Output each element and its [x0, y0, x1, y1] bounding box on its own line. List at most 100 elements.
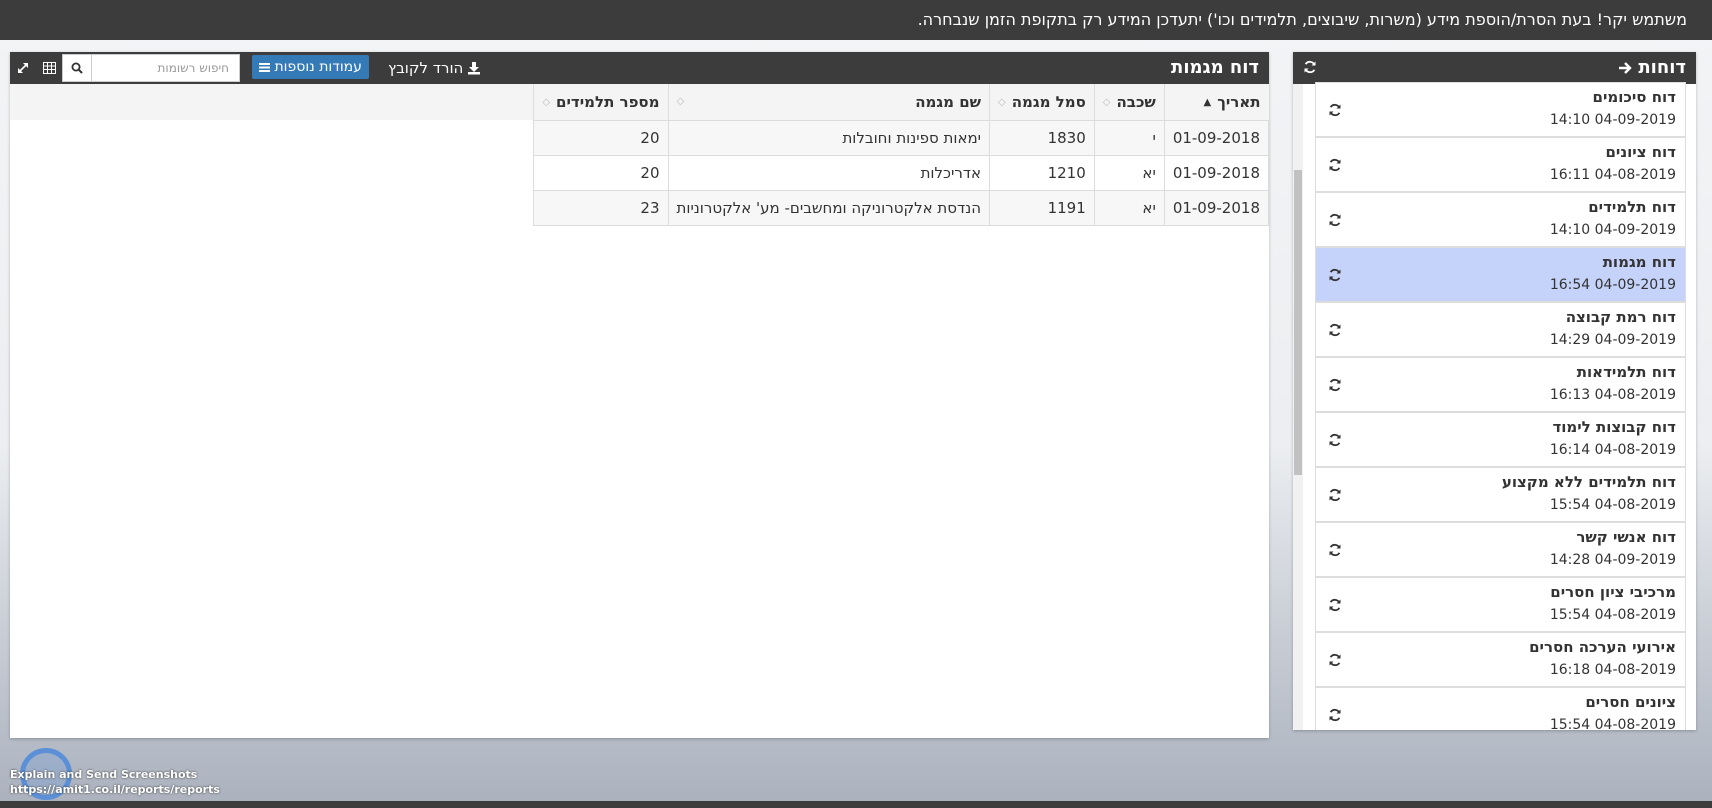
scrollbar-thumb[interactable]	[1294, 170, 1302, 475]
report-item-refresh-button[interactable]	[1328, 708, 1342, 722]
grid-toggle-button[interactable]	[36, 54, 62, 82]
cell-student-count: 20	[533, 119, 669, 156]
refresh-icon	[1328, 158, 1342, 172]
search-input[interactable]	[92, 54, 240, 82]
reports-list: דוח סיכומים 14:10 04-09-2019 דוח ציונים 16:…	[1315, 82, 1686, 730]
download-label: הורד לקובץ	[388, 59, 464, 77]
report-item-time: 14:29 04-09-2019	[1549, 332, 1676, 348]
table-row[interactable]: 01-09-2018 י 1830 ימאות ספינות וחובלות 2…	[533, 119, 1270, 156]
cell-track-code: 1210	[989, 154, 1095, 191]
refresh-icon	[1328, 323, 1342, 337]
report-list-item[interactable]: דוח מגמות 16:54 04-09-2019	[1315, 247, 1686, 302]
report-item-refresh-button[interactable]	[1328, 323, 1342, 337]
report-item-refresh-button[interactable]	[1328, 598, 1342, 612]
download-button[interactable]: הורד לקובץ	[388, 58, 481, 78]
sidebar-title: דוחות	[1638, 57, 1686, 78]
report-item-name: דוח רמת קבוצה	[1565, 308, 1676, 326]
refresh-icon	[1328, 543, 1342, 557]
report-list-item[interactable]: דוח תלמידאות 16:13 04-08-2019	[1315, 357, 1686, 412]
extra-columns-button[interactable]: עמודות נוספות	[252, 55, 369, 79]
report-item-name: דוח תלמידים	[1588, 198, 1676, 216]
column-header-student-count[interactable]: מספר תלמידים◇	[533, 84, 668, 120]
table-row[interactable]: 01-09-2018 יא 1191 הנדסת אלקטרוניקה ומחש…	[533, 189, 1270, 226]
table-row[interactable]: 01-09-2018 יא 1210 אדריכלות 20	[533, 154, 1270, 191]
cell-student-count: 20	[533, 154, 669, 191]
search-icon	[71, 62, 83, 74]
notice-bar: משתמש יקר! בעת הסרת/הוספת מידע (משרות, ש…	[0, 0, 1712, 40]
report-panel: דוח מגמות הורד לקובץ עמודות נוספות חיפוש…	[10, 52, 1270, 738]
report-item-time: 14:28 04-09-2019	[1549, 552, 1676, 568]
report-item-name: דוח תלמידאות	[1576, 363, 1676, 381]
sidebar-back-button[interactable]: דוחות	[1618, 52, 1686, 84]
report-item-refresh-button[interactable]	[1328, 488, 1342, 502]
sort-icon: ◇	[998, 96, 1006, 108]
report-list-item[interactable]: דוח תלמידים 14:10 04-09-2019	[1315, 192, 1686, 247]
report-list-item[interactable]: אירועי הערכה חסרים 16:18 04-08-2019	[1315, 632, 1686, 687]
cell-track-name: ימאות ספינות וחובלות	[667, 119, 991, 156]
feedback-text[interactable]: Explain and Send Screenshots https://ami…	[10, 767, 220, 797]
cell-track-code: 1191	[989, 189, 1095, 226]
reports-sidebar: דוחות דוח סיכומים 14:10 04-09-2019 דוח ציו…	[1293, 52, 1696, 730]
sort-asc-icon: ▲	[1203, 96, 1212, 108]
list-icon	[259, 62, 271, 72]
columns-label: עמודות נוספות	[274, 59, 362, 75]
table-area: תאריך▲ שכבה◇ סמל מגמה◇ שם מגמה ◇ מספר תל…	[10, 84, 1270, 738]
sidebar-scrollbar[interactable]	[1293, 84, 1303, 730]
report-header: דוח מגמות הורד לקובץ עמודות נוספות	[10, 52, 1269, 84]
report-item-name: מרכיבי ציון חסרים	[1550, 583, 1676, 601]
report-item-name: דוח מגמות	[1602, 253, 1676, 271]
cell-grade: יא	[1093, 154, 1165, 191]
report-item-refresh-button[interactable]	[1328, 543, 1342, 557]
sidebar-refresh-button[interactable]	[1303, 60, 1317, 74]
report-list-item[interactable]: ציונים חסרים 15:54 04-08-2019	[1315, 687, 1686, 730]
refresh-icon	[1328, 708, 1342, 722]
report-item-refresh-button[interactable]	[1328, 433, 1342, 447]
refresh-icon	[1328, 268, 1342, 282]
refresh-icon	[1303, 60, 1317, 74]
cell-track-code: 1830	[989, 119, 1095, 156]
grid-icon	[42, 62, 56, 74]
report-title: דוח מגמות	[1171, 57, 1259, 78]
column-header-track-code[interactable]: סמל מגמה◇	[989, 84, 1095, 120]
report-item-name: אירועי הערכה חסרים	[1529, 638, 1676, 656]
report-item-refresh-button[interactable]	[1328, 653, 1342, 667]
search-button[interactable]	[62, 54, 92, 82]
refresh-icon	[1328, 653, 1342, 667]
report-list-item[interactable]: דוח רמת קבוצה 14:29 04-09-2019	[1315, 302, 1686, 357]
column-header-track-name[interactable]: שם מגמה ◇	[667, 84, 990, 120]
report-list-item[interactable]: דוח אנשי קשר 14:28 04-09-2019	[1315, 522, 1686, 577]
report-list-item[interactable]: מרכיבי ציון חסרים 15:54 04-08-2019	[1315, 577, 1686, 632]
report-item-time: 16:54 04-09-2019	[1549, 277, 1676, 293]
refresh-icon	[1328, 488, 1342, 502]
report-item-time: 16:14 04-08-2019	[1549, 442, 1676, 458]
sort-icon: ◇	[676, 96, 685, 107]
report-list-item[interactable]: דוח סיכומים 14:10 04-09-2019	[1315, 82, 1686, 137]
report-item-time: 14:10 04-09-2019	[1549, 112, 1676, 128]
report-list-item[interactable]: דוח תלמידים ללא מקצוע 15:54 04-08-2019	[1315, 467, 1686, 522]
report-item-refresh-button[interactable]	[1328, 103, 1342, 117]
column-header-grade[interactable]: שכבה◇	[1093, 84, 1165, 120]
report-item-time: 15:54 04-08-2019	[1549, 497, 1676, 513]
report-item-time: 16:13 04-08-2019	[1549, 387, 1676, 403]
cell-track-name: אדריכלות	[667, 154, 991, 191]
sort-icon: ◇	[1102, 96, 1111, 108]
table-header-row: תאריך▲ שכבה◇ סמל מגמה◇ שם מגמה ◇ מספר תל…	[533, 84, 1269, 120]
report-item-time: 16:18 04-08-2019	[1549, 662, 1676, 678]
expand-icon	[17, 62, 29, 74]
report-item-refresh-button[interactable]	[1328, 378, 1342, 392]
arrow-right-icon	[1618, 61, 1633, 75]
report-item-name: דוח תלמידים ללא מקצוע	[1501, 473, 1676, 491]
report-item-refresh-button[interactable]	[1328, 213, 1342, 227]
report-list-item[interactable]: דוח קבוצות לימוד 16:14 04-08-2019	[1315, 412, 1686, 467]
sidebar-header: דוחות	[1293, 52, 1696, 84]
report-list-item[interactable]: דוח ציונים 16:11 04-08-2019	[1315, 137, 1686, 192]
refresh-icon	[1328, 598, 1342, 612]
report-item-refresh-button[interactable]	[1328, 268, 1342, 282]
cell-date: 01-09-2018	[1163, 119, 1270, 156]
report-item-refresh-button[interactable]	[1328, 158, 1342, 172]
fullscreen-button[interactable]	[10, 54, 36, 82]
sort-icon: ◇	[542, 96, 551, 108]
notice-text: משתמש יקר! בעת הסרת/הוספת מידע (משרות, ש…	[917, 10, 1687, 29]
column-header-date[interactable]: תאריך▲	[1163, 84, 1269, 120]
refresh-icon	[1328, 213, 1342, 227]
